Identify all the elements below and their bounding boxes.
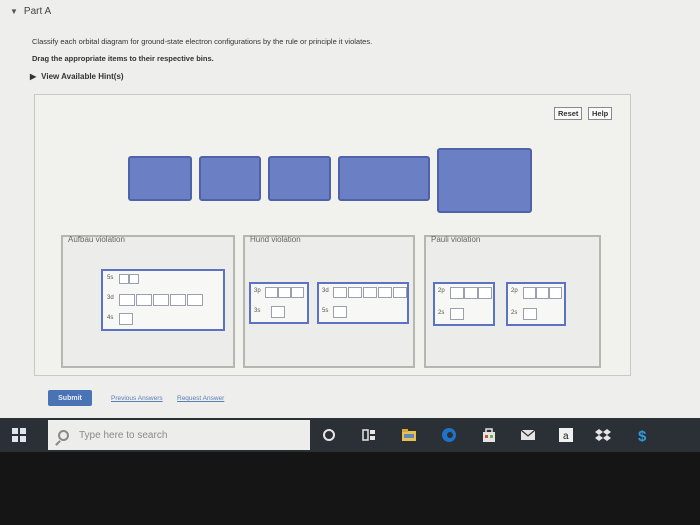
orbital-diagram-card[interactable]: 2p 2s bbox=[506, 282, 566, 326]
orbital-diagram-card[interactable]: 3p 3s bbox=[249, 282, 309, 324]
drag-drop-workspace: Reset Help Aufbau violation 5s 3d 4s Hun… bbox=[34, 94, 631, 376]
orbital-box bbox=[363, 287, 377, 298]
view-hints-toggle[interactable]: ▶ View Available Hint(s) bbox=[30, 72, 124, 81]
orbital-box bbox=[119, 274, 129, 284]
orbital-box bbox=[523, 287, 536, 299]
orbital-box bbox=[271, 306, 285, 318]
orbital-box bbox=[378, 287, 392, 298]
collapse-caret-icon[interactable]: ▼ bbox=[10, 7, 18, 16]
drag-instruction: Drag the appropriate items to their resp… bbox=[32, 54, 214, 63]
draggable-item[interactable] bbox=[338, 156, 430, 201]
orbital-diagram-card[interactable]: 3d 5s bbox=[317, 282, 409, 324]
mail-icon[interactable] bbox=[519, 426, 537, 444]
orbital-diagram-card[interactable]: 5s 3d 4s bbox=[101, 269, 225, 331]
store-icon[interactable] bbox=[480, 426, 498, 444]
orbital-box bbox=[333, 287, 347, 298]
svg-text:$: $ bbox=[638, 428, 647, 444]
part-title: Part A bbox=[23, 6, 52, 17]
view-hints-label: View Available Hint(s) bbox=[41, 72, 124, 81]
draggable-item[interactable] bbox=[199, 156, 261, 201]
bin-hund-violation[interactable]: Hund violation 3p 3s 3d 5s bbox=[243, 235, 415, 368]
triangle-right-icon: ▶ bbox=[30, 72, 37, 81]
search-placeholder: Type here to search bbox=[79, 429, 168, 441]
orbital-box bbox=[129, 274, 139, 284]
previous-answers-link[interactable]: Previous Answers bbox=[111, 395, 163, 402]
draggable-item[interactable] bbox=[128, 156, 192, 201]
search-icon bbox=[58, 429, 69, 441]
bin-label: Hund violation bbox=[250, 235, 301, 244]
svg-text:a: a bbox=[563, 431, 569, 442]
draggable-item[interactable] bbox=[268, 156, 331, 201]
orbital-box bbox=[265, 287, 278, 298]
orbital-box bbox=[153, 294, 169, 306]
orbital-box bbox=[450, 308, 464, 320]
bin-pauli-violation[interactable]: Pauli violation 2p 2s 2p 2s bbox=[424, 235, 601, 368]
monitor-bezel bbox=[0, 452, 700, 525]
dropbox-icon[interactable] bbox=[594, 426, 612, 444]
question-prompt: Classify each orbital diagram for ground… bbox=[32, 37, 373, 46]
windows-start-icon[interactable] bbox=[12, 428, 26, 442]
orbital-box bbox=[536, 287, 549, 299]
submit-button[interactable]: Submit bbox=[48, 390, 92, 406]
windows-taskbar: Type here to search a $ bbox=[0, 418, 700, 452]
orbital-box bbox=[170, 294, 186, 306]
orbital-box bbox=[393, 287, 407, 298]
taskbar-search-box[interactable]: Type here to search bbox=[48, 420, 310, 450]
orbital-box bbox=[333, 306, 347, 318]
task-view-icon[interactable] bbox=[360, 426, 378, 444]
orbital-box bbox=[348, 287, 362, 298]
help-button[interactable]: Help bbox=[588, 107, 613, 120]
edge-icon[interactable] bbox=[440, 426, 458, 444]
orbital-box bbox=[523, 308, 537, 320]
bin-label: Aufbau violation bbox=[68, 235, 125, 244]
orbital-box bbox=[450, 287, 464, 299]
currency-icon[interactable]: $ bbox=[634, 426, 652, 444]
bin-aufbau-violation[interactable]: Aufbau violation 5s 3d 4s bbox=[61, 235, 235, 368]
orbital-box bbox=[278, 287, 291, 298]
orbital-box bbox=[136, 294, 152, 306]
request-answer-link[interactable]: Request Answer bbox=[177, 395, 224, 402]
orbital-box bbox=[119, 313, 133, 325]
amazon-icon[interactable]: a bbox=[557, 426, 575, 444]
orbital-box bbox=[478, 287, 492, 299]
orbital-box bbox=[464, 287, 478, 299]
file-explorer-icon[interactable] bbox=[400, 426, 418, 444]
part-header[interactable]: ▼ Part A bbox=[10, 6, 51, 17]
draggable-item[interactable] bbox=[437, 148, 532, 213]
cortana-circle-icon[interactable] bbox=[320, 426, 338, 444]
browser-viewport: ▼ Part A Classify each orbital diagram f… bbox=[0, 0, 700, 452]
orbital-box bbox=[291, 287, 304, 298]
orbital-diagram-card[interactable]: 2p 2s bbox=[433, 282, 495, 326]
bin-label: Pauli violation bbox=[431, 235, 481, 244]
orbital-box bbox=[549, 287, 562, 299]
orbital-box bbox=[119, 294, 135, 306]
reset-button[interactable]: Reset bbox=[554, 107, 583, 120]
orbital-box bbox=[187, 294, 203, 306]
